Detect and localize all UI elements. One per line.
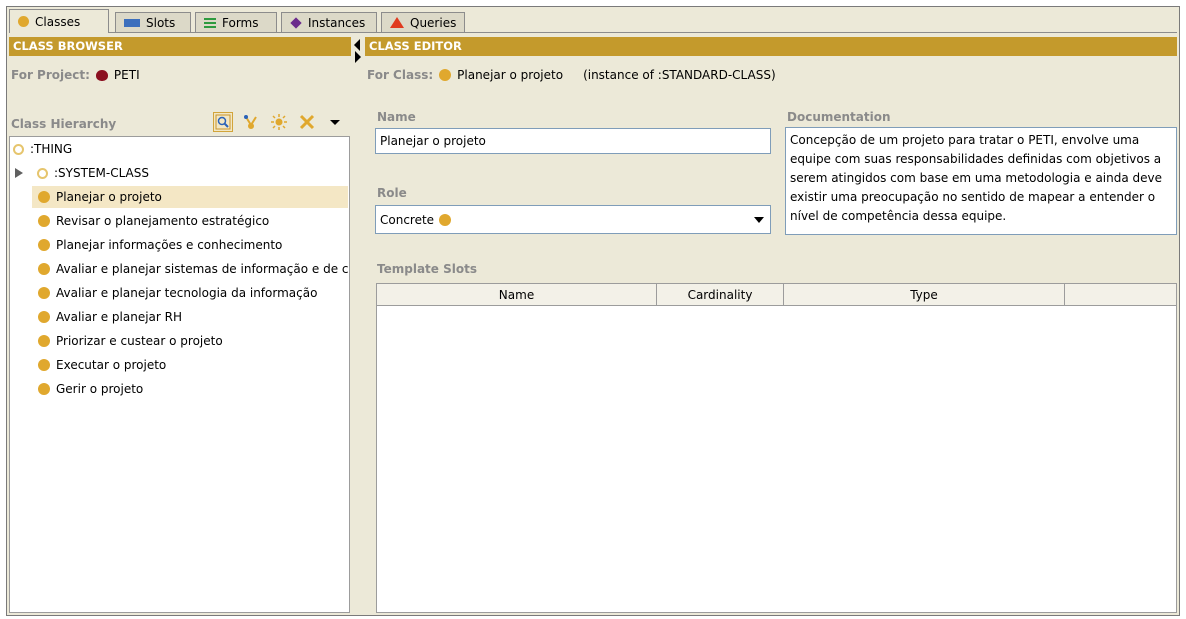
- find-class-button[interactable]: [213, 112, 233, 132]
- tab-classes[interactable]: Classes: [9, 9, 109, 33]
- name-label: Name: [377, 110, 416, 124]
- class-icon: [38, 263, 50, 275]
- tab-bar: Classes Slots Forms Instances Queries: [9, 9, 1177, 33]
- for-class-row: For Class: Planejar o projeto (instance …: [367, 68, 776, 82]
- project-icon: [95, 69, 108, 81]
- class-browser-header: CLASS BROWSER: [9, 37, 351, 56]
- class-icon: [38, 335, 50, 347]
- role-label: Role: [377, 186, 407, 200]
- instance-of-text: (instance of :STANDARD-CLASS): [583, 68, 776, 82]
- project-name: PETI: [113, 68, 140, 82]
- tab-slots[interactable]: Slots: [115, 12, 191, 32]
- protege-window: Classes Slots Forms Instances Queries CL…: [6, 6, 1180, 616]
- search-icon: [215, 114, 231, 130]
- class-editor-panel: CLASS EDITOR For Class: Planejar o proje…: [365, 37, 1177, 613]
- forms-icon: [204, 17, 216, 28]
- tree-node[interactable]: Priorizar e custear o projeto: [38, 330, 223, 352]
- tree-node-thing[interactable]: :THING: [13, 138, 72, 160]
- system-class-icon: [37, 167, 48, 179]
- column-header-type[interactable]: Type: [784, 284, 1065, 306]
- template-slots-label: Template Slots: [377, 262, 477, 276]
- chevron-down-icon: [330, 120, 340, 125]
- chevron-down-icon[interactable]: [754, 217, 764, 223]
- class-icon: [38, 311, 50, 323]
- for-class-label: For Class:: [367, 68, 434, 82]
- expand-arrow-icon[interactable]: [15, 168, 23, 178]
- tree-node[interactable]: Planejar informações e conhecimento: [38, 234, 282, 256]
- class-icon: [38, 359, 50, 371]
- create-subclass-button[interactable]: [241, 112, 261, 132]
- delete-icon: [299, 114, 315, 130]
- tree-node[interactable]: Revisar o planejamento estratégico: [38, 210, 269, 232]
- tree-node[interactable]: Executar o projeto: [38, 354, 166, 376]
- class-hierarchy-row: Class Hierarchy: [11, 112, 347, 136]
- sun-icon: [271, 114, 287, 130]
- role-select[interactable]: Concrete: [375, 205, 771, 234]
- create-class-icon: [244, 115, 257, 129]
- class-editor-header: CLASS EDITOR: [365, 37, 1177, 56]
- template-slots-table[interactable]: Name Cardinality Type: [376, 283, 1177, 613]
- class-icon: [439, 69, 452, 81]
- class-icon: [38, 191, 50, 203]
- hierarchy-menu-button[interactable]: [325, 112, 345, 132]
- hierarchy-toolbar: [213, 112, 345, 132]
- query-icon: [390, 17, 404, 28]
- create-metaclass-button[interactable]: [269, 112, 289, 132]
- class-icon: [38, 239, 50, 251]
- panel-splitter[interactable]: [353, 37, 363, 613]
- column-header-empty: [1065, 284, 1176, 306]
- tab-queries[interactable]: Queries: [381, 12, 465, 32]
- class-hierarchy-tree[interactable]: :THING :SYSTEM-CLASS Planejar o projeto …: [9, 136, 350, 613]
- collapse-left-icon[interactable]: [354, 39, 360, 51]
- class-icon: [18, 16, 29, 27]
- for-project-label: For Project:: [11, 68, 90, 82]
- tree-node[interactable]: Avaliar e planejar sistemas de informaçã…: [38, 258, 349, 280]
- collapse-right-icon[interactable]: [355, 51, 361, 63]
- tree-node[interactable]: Avaliar e planejar tecnologia da informa…: [38, 282, 317, 304]
- slot-icon: [124, 18, 140, 27]
- thing-class-icon: [13, 143, 24, 155]
- class-icon: [38, 383, 50, 395]
- tree-node-system-class[interactable]: :SYSTEM-CLASS: [15, 162, 149, 184]
- for-class-name: Planejar o projeto: [457, 68, 564, 82]
- column-header-name[interactable]: Name: [377, 284, 657, 306]
- tree-node[interactable]: Gerir o projeto: [38, 378, 143, 400]
- class-icon: [439, 213, 452, 226]
- instance-icon: [290, 16, 302, 29]
- project-row: For Project: PETI: [11, 68, 140, 82]
- tree-node[interactable]: Avaliar e planejar RH: [38, 306, 182, 328]
- tree-node-selected[interactable]: Planejar o projeto: [32, 186, 348, 208]
- name-field[interactable]: Planejar o projeto: [375, 128, 771, 154]
- class-browser-panel: CLASS BROWSER For Project: PETI Class Hi…: [9, 37, 351, 613]
- documentation-textarea[interactable]: Concepção de um projeto para tratar o PE…: [785, 127, 1177, 235]
- tab-forms[interactable]: Forms: [195, 12, 277, 32]
- delete-class-button[interactable]: [297, 112, 317, 132]
- class-icon: [38, 215, 50, 227]
- documentation-label: Documentation: [787, 110, 891, 124]
- class-icon: [38, 287, 50, 299]
- class-hierarchy-label: Class Hierarchy: [11, 117, 117, 131]
- tab-instances[interactable]: Instances: [281, 12, 377, 32]
- column-header-cardinality[interactable]: Cardinality: [657, 284, 784, 306]
